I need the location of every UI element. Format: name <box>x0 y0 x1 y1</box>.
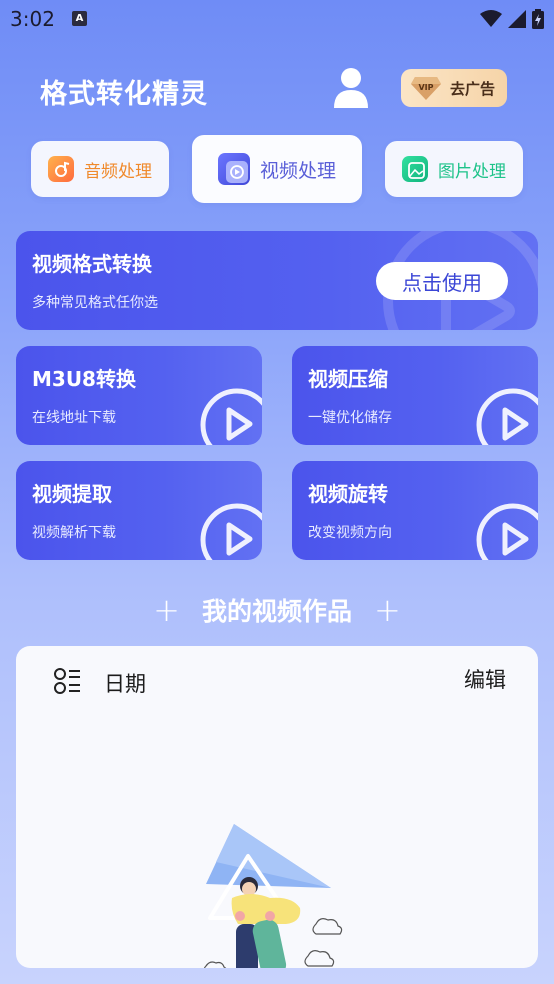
video-icon <box>217 153 250 185</box>
status-time: 3:02 <box>10 7 55 31</box>
tool-title: 视频提取 <box>32 482 112 506</box>
audio-icon <box>48 156 74 182</box>
tool-title: 视频旋转 <box>308 482 388 506</box>
tool-title: 视频压缩 <box>308 367 388 391</box>
tool-card-compress[interactable]: 视频压缩 一键优化储存 <box>292 346 538 445</box>
tool-card-m3u8[interactable]: M3U8转换 在线地址下载 <box>16 346 262 445</box>
status-icons <box>480 8 544 30</box>
tab-image[interactable]: 图片处理 <box>385 141 523 197</box>
featured-subtitle: 多种常见格式任你选 <box>32 295 158 311</box>
battery-icon <box>532 9 544 29</box>
plus-icon: + <box>153 591 180 629</box>
tab-image-label: 图片处理 <box>438 161 506 182</box>
signal-icon <box>508 10 526 28</box>
tab-video[interactable]: 视频处理 <box>192 135 362 203</box>
list-sort-icon[interactable] <box>52 666 82 696</box>
plus-icon: + <box>374 591 401 629</box>
remove-ads-label: 去广告 <box>449 79 495 98</box>
tool-subtitle: 改变视频方向 <box>308 525 392 541</box>
tab-audio-label: 音频处理 <box>84 161 152 182</box>
featured-title: 视频格式转换 <box>32 252 152 276</box>
play-circle-icon <box>200 503 262 560</box>
empty-state-illustration <box>203 824 343 968</box>
edit-button[interactable]: 编辑 <box>464 664 506 694</box>
play-circle-icon <box>200 388 262 445</box>
notification-icon: A <box>72 11 87 26</box>
tab-video-label: 视频处理 <box>259 159 336 182</box>
vip-badge-text: VIP <box>418 83 433 92</box>
status-bar: 3:02 A <box>0 0 554 38</box>
use-now-button[interactable]: 点击使用 <box>376 262 508 300</box>
vip-diamond-icon: VIP <box>411 77 441 100</box>
my-works-header: + 我的视频作品 + <box>0 590 554 630</box>
tool-title: M3U8转换 <box>32 367 136 391</box>
featured-card-video-convert[interactable]: 视频格式转换 多种常见格式任你选 点击使用 <box>16 231 538 330</box>
remove-ads-button[interactable]: VIP 去广告 <box>401 69 507 107</box>
image-icon <box>402 156 428 182</box>
wifi-icon <box>480 10 502 27</box>
works-panel: 日期 编辑 <box>16 646 538 968</box>
app-title: 格式转化精灵 <box>40 79 208 110</box>
tool-subtitle: 一键优化储存 <box>308 410 392 426</box>
sort-by-date-label[interactable]: 日期 <box>104 668 146 698</box>
my-works-title: 我的视频作品 <box>201 597 352 626</box>
user-avatar-icon[interactable] <box>332 66 370 110</box>
tab-audio[interactable]: 音频处理 <box>31 141 169 197</box>
play-circle-icon <box>476 388 538 445</box>
tool-subtitle: 在线地址下载 <box>32 410 116 426</box>
play-circle-icon <box>476 503 538 560</box>
tool-card-extract[interactable]: 视频提取 视频解析下载 <box>16 461 262 560</box>
tool-card-rotate[interactable]: 视频旋转 改变视频方向 <box>292 461 538 560</box>
tool-subtitle: 视频解析下载 <box>32 525 116 541</box>
